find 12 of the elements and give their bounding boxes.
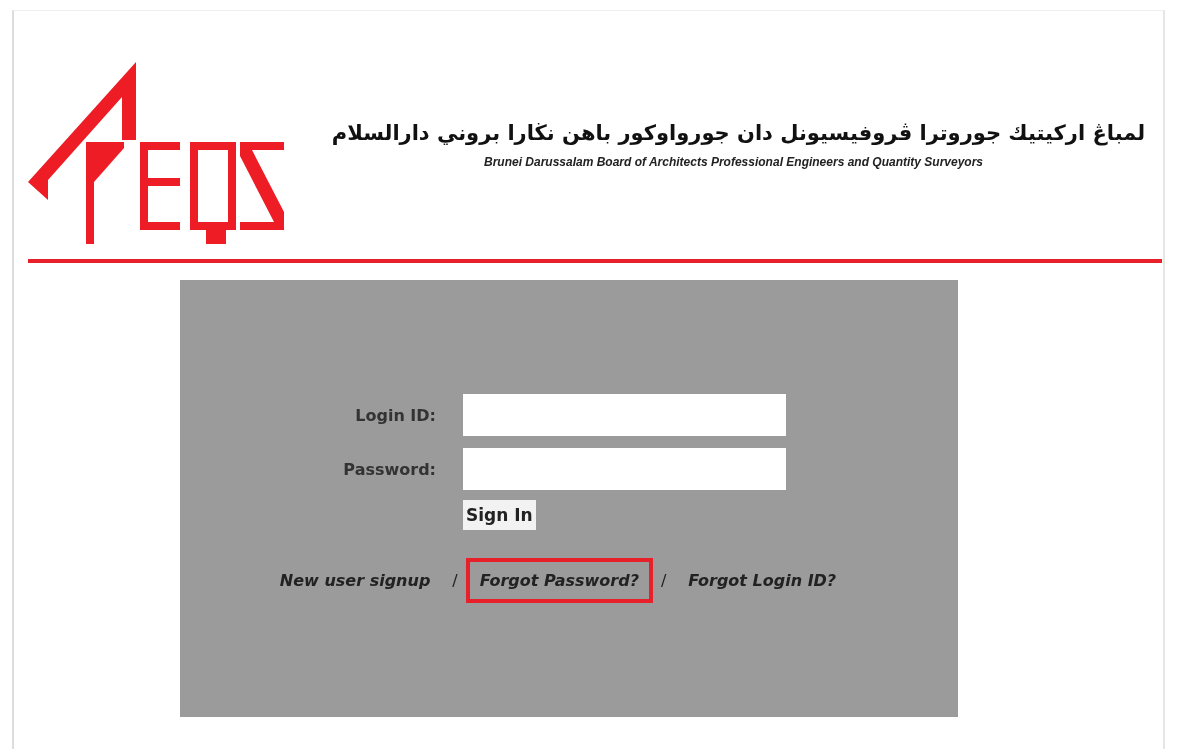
input-field[interactable] (463, 448, 786, 490)
field-label: Login ID: (354, 405, 436, 425)
field-label: Password: (342, 459, 436, 479)
separator: / (659, 571, 668, 590)
organization-name: Brunei Darussalam Board of Architects Professional Engineers and Quantity Surveyors (484, 155, 983, 169)
separator: / (451, 571, 459, 590)
link[interactable]: New user signup (265, 558, 445, 603)
link[interactable]: Forgot Login ID? (674, 558, 851, 603)
input-field[interactable] (463, 394, 786, 436)
organization-name-arabic: لمباڠ اركيتيك جوروترا ڤروفيسيونل دان جورواوكور باهن نڬارا بروني دارالسلام (331, 121, 1146, 145)
link[interactable]: Forgot Password? (465, 558, 653, 603)
sign-in-button[interactable]: Sign In (463, 500, 536, 530)
